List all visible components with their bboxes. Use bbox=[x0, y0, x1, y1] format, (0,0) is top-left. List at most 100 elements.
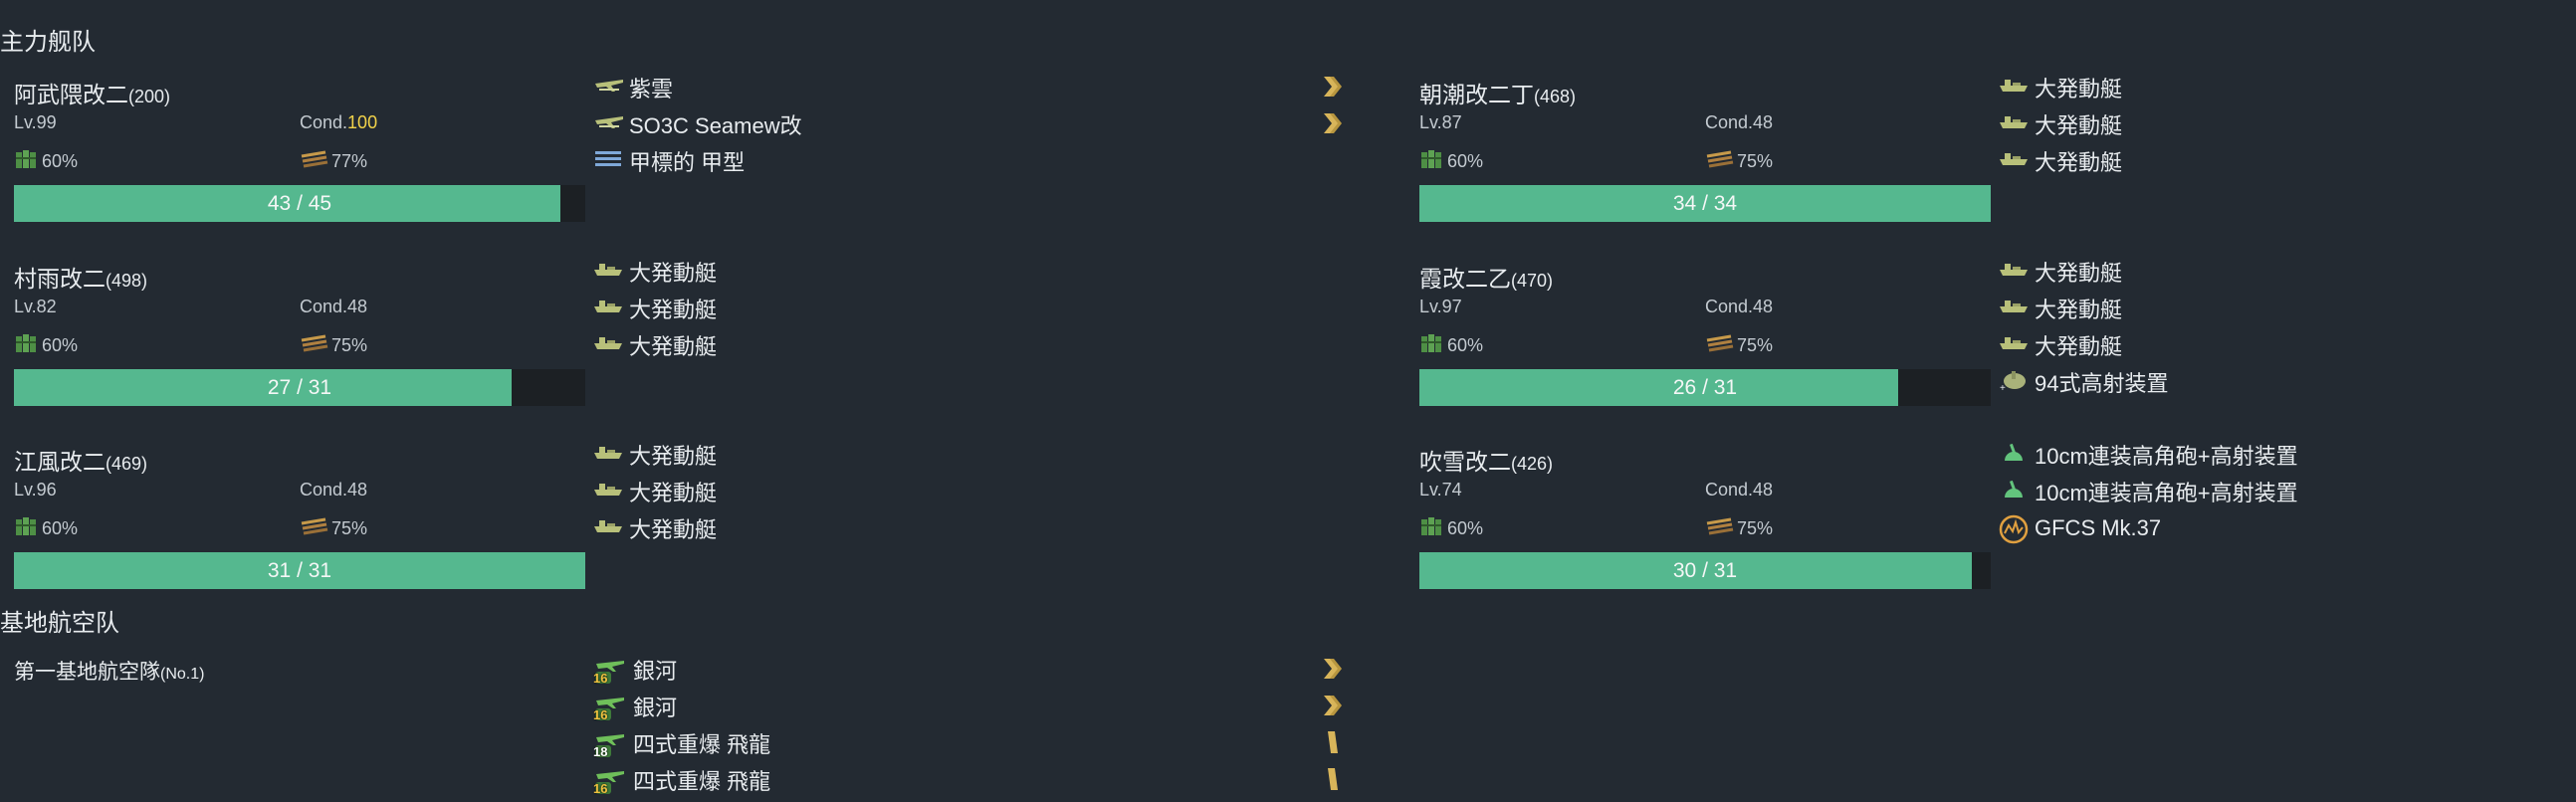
ship-id: (426) bbox=[1511, 454, 1554, 474]
fuel-value: 60% bbox=[42, 518, 79, 538]
equipment-item[interactable]: 10cm連装高角砲+高射装置 bbox=[1999, 474, 2298, 509]
equipment-item[interactable]: 大発動艇 bbox=[1999, 70, 2122, 105]
equipment-item[interactable]: 10cm連装高角砲+高射装置 bbox=[1999, 437, 2298, 473]
cond-label: Cond. bbox=[300, 480, 348, 500]
ship-name: 吹雪改二(426) bbox=[1419, 443, 1553, 477]
landing-craft-icon bbox=[593, 331, 625, 359]
equipment-name: 大発動艇 bbox=[2035, 150, 2123, 175]
ship-name-text: 江風改二 bbox=[14, 449, 106, 475]
fuel-icon bbox=[14, 148, 42, 175]
ship-id: (470) bbox=[1511, 271, 1554, 291]
cond-label: Cond. bbox=[300, 112, 348, 132]
svg-text:+: + bbox=[2000, 383, 2006, 392]
ship-name: 江風改二(469) bbox=[14, 443, 147, 477]
ship-cond: Cond.100 bbox=[300, 112, 377, 133]
ship-card[interactable]: 吹雪改二(426) Lv.74 Cond.48 60% 75% 30 / 31 10cm連装… bbox=[1405, 443, 2401, 612]
equipment-item[interactable]: SO3C Seamew改 bbox=[593, 106, 802, 142]
equipment-item[interactable]: 大発動艇 bbox=[1999, 327, 2122, 363]
landing-craft-icon bbox=[1999, 258, 2031, 286]
ship-cond: Cond.48 bbox=[300, 480, 367, 501]
equipment-name: GFCS Mk.37 bbox=[2035, 515, 2162, 540]
landing-craft-icon bbox=[593, 478, 625, 505]
high-angle-gun-icon bbox=[1999, 441, 2031, 469]
ship-card[interactable]: 村雨改二(498) Lv.82 Cond.48 60% 75% 27 / 31 大発動艇 大発… bbox=[0, 260, 995, 429]
hp-bar: 34 / 34 bbox=[1419, 185, 1991, 222]
cond-value: 48 bbox=[1753, 297, 1774, 316]
seaplane-icon bbox=[593, 74, 625, 101]
ammo-value: 75% bbox=[1737, 335, 1774, 355]
equipment-name: 四式重爆 飛龍 bbox=[633, 769, 771, 794]
land-base-equipment-item[interactable]: 18 四式重爆 飛龍 bbox=[593, 725, 770, 761]
equipment-item[interactable]: 大発動艇 bbox=[593, 254, 717, 290]
land-base-name[interactable]: 第一基地航空隊(No.1) bbox=[14, 656, 204, 686]
cond-label: Cond. bbox=[1705, 112, 1754, 132]
equipment-name: 甲標的 甲型 bbox=[629, 150, 746, 175]
fuel-value: 60% bbox=[1447, 518, 1484, 538]
equipment-item[interactable]: 大発動艇 bbox=[593, 437, 717, 473]
landing-craft-icon bbox=[593, 441, 625, 469]
landing-craft-icon bbox=[1999, 295, 2031, 322]
fuel-icon bbox=[1419, 515, 1447, 542]
equipment-item[interactable]: 大発動艇 bbox=[593, 327, 717, 363]
fuel-icon bbox=[1419, 148, 1447, 175]
landing-craft-icon bbox=[593, 295, 625, 322]
ship-card[interactable]: 江風改二(469) Lv.96 Cond.48 60% 75% 31 / 31 大発動艇 大発… bbox=[0, 443, 995, 612]
fuel-value: 60% bbox=[42, 335, 79, 355]
equipment-item[interactable]: 大発動艇 bbox=[1999, 254, 2122, 290]
ship-name: 村雨改二(498) bbox=[14, 260, 147, 294]
ammo-value: 75% bbox=[331, 335, 368, 355]
equipment-item[interactable]: 大発動艇 bbox=[1999, 291, 2122, 326]
fuel-value: 60% bbox=[1447, 151, 1484, 171]
equipment-item[interactable]: 大発動艇 bbox=[593, 474, 717, 509]
equipment-item[interactable]: 大発動艇 bbox=[1999, 143, 2122, 179]
ship-level: Lv.96 bbox=[14, 480, 57, 500]
ship-cond: Cond.48 bbox=[1705, 297, 1773, 317]
ship-level: Lv.74 bbox=[1419, 480, 1462, 500]
equipment-item[interactable]: 大発動艇 bbox=[593, 510, 717, 546]
equipment-name: 大発動艇 bbox=[2035, 261, 2123, 286]
midget-sub-icon bbox=[593, 147, 625, 175]
land-bomber-icon: 18 bbox=[593, 729, 629, 759]
land-base-equipment-item[interactable]: 16 銀河 bbox=[593, 689, 677, 724]
equipment-name: 大発動艇 bbox=[629, 298, 718, 322]
cond-value: 100 bbox=[347, 112, 378, 132]
high-angle-gun-icon bbox=[1999, 478, 2031, 505]
hp-text: 43 / 45 bbox=[267, 192, 332, 215]
land-bomber-icon: 16 bbox=[593, 693, 629, 722]
ammo-icon bbox=[300, 148, 331, 175]
ammo-value: 75% bbox=[331, 518, 368, 538]
equipment-item[interactable]: 大発動艇 bbox=[593, 291, 717, 326]
cond-value: 48 bbox=[347, 480, 368, 500]
plane-count: 16 bbox=[593, 707, 608, 722]
proficiency-chevron-icon bbox=[1322, 693, 1342, 718]
ammo-value: 75% bbox=[1737, 151, 1774, 171]
equipment-item[interactable]: +94式高射装置 bbox=[1999, 364, 2168, 400]
cond-label: Cond. bbox=[1705, 480, 1754, 500]
ship-name-text: 村雨改二 bbox=[14, 266, 106, 292]
land-bomber-icon: 16 bbox=[593, 656, 629, 686]
land-base-equipment-item[interactable]: 16 四式重爆 飛龍 bbox=[593, 762, 770, 798]
ship-cond: Cond.48 bbox=[1705, 480, 1773, 501]
equipment-name: 大発動艇 bbox=[629, 334, 718, 359]
equipment-item[interactable]: 甲標的 甲型 bbox=[593, 143, 745, 179]
ship-card[interactable]: 阿武隈改二(200) Lv.99 Cond.100 60% 77% 43 / 45 紫雲 SO… bbox=[0, 76, 1342, 245]
ship-card[interactable]: 朝潮改二丁(468) Lv.87 Cond.48 60% 75% 34 / 34 大発動艇大… bbox=[1405, 76, 2401, 245]
ammo-icon bbox=[300, 515, 331, 542]
fuel-status: 60% bbox=[1419, 515, 1483, 542]
equipment-name: 銀河 bbox=[633, 696, 678, 720]
equipment-name: 大発動艇 bbox=[629, 261, 718, 286]
equipment-item[interactable]: GFCS Mk.37 bbox=[1999, 510, 2161, 546]
equipment-item[interactable]: 紫雲 bbox=[593, 70, 673, 105]
fuel-status: 60% bbox=[14, 515, 78, 542]
cond-value: 48 bbox=[1753, 480, 1774, 500]
plane-count: 18 bbox=[593, 744, 608, 759]
ship-card[interactable]: 霞改二乙(470) Lv.97 Cond.48 60% 75% 26 / 31 大発動艇 大発… bbox=[1405, 260, 2401, 429]
fuel-icon bbox=[14, 332, 42, 359]
land-base-equipment-item[interactable]: 16 銀河 bbox=[593, 652, 677, 688]
ship-level: Lv.82 bbox=[14, 297, 57, 316]
ammo-status: 77% bbox=[300, 148, 367, 175]
cond-label: Cond. bbox=[1705, 297, 1754, 316]
equipment-item[interactable]: 大発動艇 bbox=[1999, 106, 2122, 142]
equipment-name: 紫雲 bbox=[629, 77, 674, 101]
proficiency-chevron-icon bbox=[1322, 656, 1342, 682]
